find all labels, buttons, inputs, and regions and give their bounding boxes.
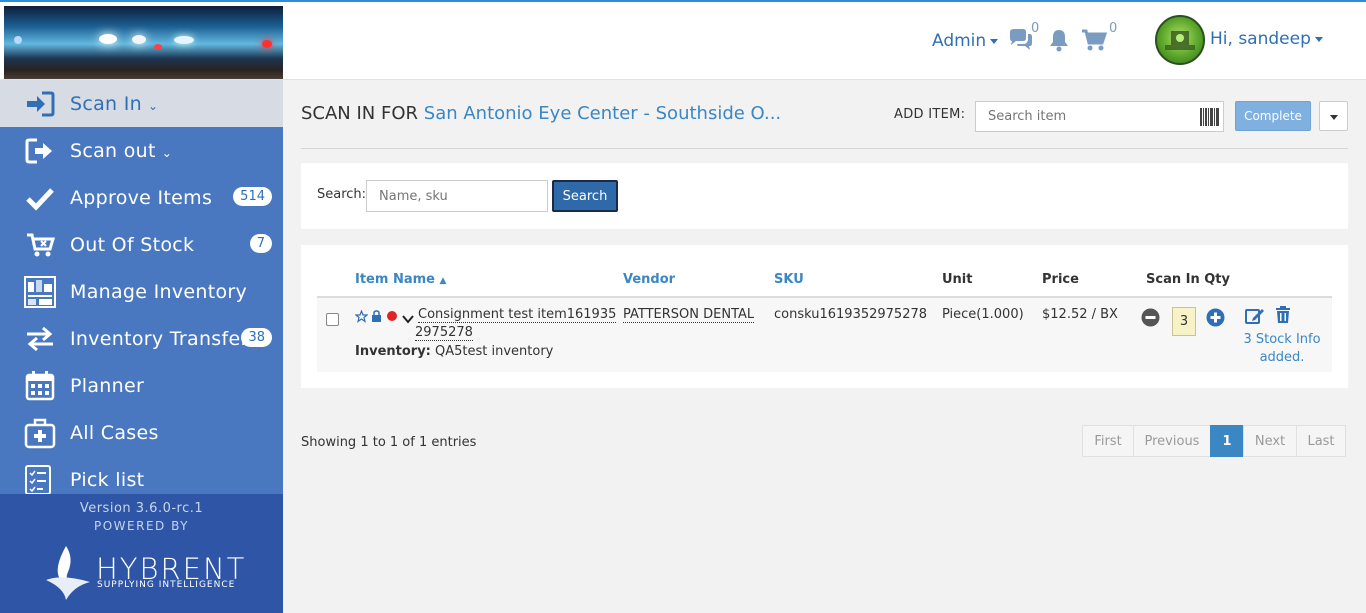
sidebar: Scan In ⌄ Scan out ⌄ Approve Items 514 Out… bbox=[0, 80, 283, 613]
lock-icon bbox=[371, 308, 382, 327]
edit-icon[interactable] bbox=[1245, 307, 1265, 329]
sidebar-item-all-cases[interactable]: All Cases bbox=[0, 409, 283, 456]
inventory-transfer-count-badge: 38 bbox=[241, 328, 272, 347]
sidebar-item-inventory-transfer[interactable]: Inventory Transfer 38 bbox=[0, 315, 283, 362]
messages-count: 0 bbox=[1031, 21, 1040, 36]
pagination-last[interactable]: Last bbox=[1296, 425, 1346, 457]
out-of-stock-count-badge: 7 bbox=[249, 234, 272, 253]
admin-menu[interactable]: Admin bbox=[932, 31, 999, 51]
inventory-icon bbox=[24, 276, 56, 308]
sort-asc-icon: ▲ bbox=[439, 276, 447, 286]
cart-icon[interactable] bbox=[1081, 28, 1108, 56]
admin-label: Admin bbox=[932, 31, 987, 51]
chevron-down-icon bbox=[990, 38, 999, 44]
chevron-down-icon[interactable] bbox=[402, 309, 414, 328]
vendor-cell: PATTERSON DENTAL bbox=[623, 307, 755, 323]
brand-tagline: SUPPLYING INTELLIGENCE bbox=[97, 580, 236, 590]
app-version: Version 3.6.0-rc.1 bbox=[79, 501, 204, 516]
price-cell: $12.52 / BX bbox=[1042, 307, 1118, 322]
inventory-value: QA5test inventory bbox=[435, 344, 554, 359]
search-input[interactable] bbox=[366, 180, 548, 212]
sidebar-item-label: Scan out bbox=[70, 140, 156, 162]
header-banner-image bbox=[4, 6, 283, 79]
sidebar-item-label: Approve Items bbox=[70, 187, 213, 209]
item-name-link-cont[interactable]: 2975278 bbox=[415, 325, 473, 341]
sidebar-item-planner[interactable]: Planner bbox=[0, 362, 283, 409]
column-header-unit: Unit bbox=[942, 272, 973, 287]
chevron-down-icon: ⌄ bbox=[161, 146, 173, 160]
cart-remove-icon bbox=[24, 231, 56, 259]
status-dot-icon bbox=[387, 311, 397, 321]
search-label: Search: bbox=[317, 187, 367, 202]
sidebar-item-label: Manage Inventory bbox=[70, 281, 248, 303]
checkmark-icon bbox=[24, 184, 56, 212]
search-button[interactable]: Search bbox=[552, 180, 618, 212]
top-bar: Admin 0 0 Hi, sandeep bbox=[0, 0, 1366, 80]
medical-case-icon bbox=[24, 418, 56, 449]
trash-icon[interactable] bbox=[1275, 306, 1291, 328]
pagination-next[interactable]: Next bbox=[1243, 425, 1297, 457]
chevron-down-icon: ⌄ bbox=[147, 99, 159, 113]
unit-cell: Piece(1.000) bbox=[942, 307, 1024, 322]
scan-in-qty-input[interactable]: 3 bbox=[1172, 307, 1196, 336]
sidebar-item-label: Inventory Transfer bbox=[70, 328, 249, 350]
pagination-first[interactable]: First bbox=[1082, 425, 1134, 457]
bell-icon[interactable] bbox=[1048, 28, 1070, 56]
chevron-down-icon bbox=[1314, 36, 1323, 42]
add-item-label: ADD ITEM: bbox=[894, 107, 966, 122]
column-header-item-name[interactable]: Item Name ▲ bbox=[355, 272, 446, 287]
calendar-icon bbox=[24, 371, 56, 401]
sidebar-item-label: Planner bbox=[70, 375, 145, 397]
sidebar-item-manage-inventory[interactable]: Manage Inventory bbox=[0, 268, 283, 315]
user-menu[interactable]: Hi, sandeep bbox=[1210, 29, 1323, 49]
avatar[interactable] bbox=[1155, 15, 1205, 65]
sign-in-icon bbox=[24, 90, 56, 118]
hybrent-logo-icon bbox=[44, 544, 94, 608]
complete-button[interactable]: Complete bbox=[1235, 101, 1311, 131]
cart-count: 0 bbox=[1109, 21, 1118, 36]
sidebar-item-out-of-stock[interactable]: Out Of Stock 7 bbox=[0, 221, 283, 268]
sidebar-footer: Version 3.6.0-rc.1 POWERED BY HYBRENT SU… bbox=[0, 494, 283, 613]
sidebar-item-label: Out Of Stock bbox=[70, 234, 195, 256]
sidebar-item-scan-out[interactable]: Scan out ⌄ bbox=[0, 127, 283, 174]
transfer-arrows-icon bbox=[24, 325, 56, 353]
location-link[interactable]: San Antonio Eye Center - Southside O... bbox=[424, 103, 781, 124]
barcode-icon[interactable] bbox=[1200, 108, 1219, 126]
pagination-previous[interactable]: Previous bbox=[1133, 425, 1211, 457]
sku-cell: consku1619352975278 bbox=[774, 307, 928, 322]
column-header-price: Price bbox=[1042, 272, 1079, 287]
column-header-vendor[interactable]: Vendor bbox=[623, 272, 675, 287]
checklist-icon bbox=[24, 465, 56, 495]
more-actions-dropdown-button[interactable] bbox=[1319, 101, 1348, 131]
inventory-label: Inventory: bbox=[355, 344, 431, 359]
entries-info: Showing 1 to 1 of 1 entries bbox=[301, 435, 477, 450]
sign-out-icon bbox=[24, 137, 56, 165]
sidebar-item-label: Scan In bbox=[70, 93, 142, 115]
sidebar-item-approve-items[interactable]: Approve Items 514 bbox=[0, 174, 283, 221]
pagination: First Previous 1 Next Last bbox=[1082, 425, 1346, 457]
search-panel: Search: Search bbox=[301, 163, 1348, 229]
star-icon[interactable] bbox=[354, 308, 369, 327]
minus-circle-icon[interactable] bbox=[1141, 308, 1160, 331]
column-header-scan-in-qty: Scan In Qty bbox=[1146, 272, 1230, 287]
row-checkbox[interactable] bbox=[326, 313, 339, 326]
sidebar-item-label: All Cases bbox=[70, 422, 159, 444]
items-table: Item Name ▲ Vendor SKU Unit Price Scan I… bbox=[301, 245, 1348, 388]
table-row: Consignment test item161935 2975278 Inve… bbox=[317, 298, 1332, 372]
item-name-link[interactable]: Consignment test item161935 bbox=[418, 307, 617, 323]
stock-info-link[interactable]: 3 Stock Info added. bbox=[1242, 331, 1322, 367]
approve-items-count-badge: 514 bbox=[233, 187, 272, 206]
column-header-sku[interactable]: SKU bbox=[774, 272, 804, 287]
sidebar-item-label: Pick list bbox=[70, 469, 145, 491]
greeting-label: Hi, sandeep bbox=[1210, 29, 1311, 49]
divider bbox=[301, 148, 1348, 149]
page-title: SCAN IN FOR San Antonio Eye Center - Sou… bbox=[301, 103, 781, 124]
plus-circle-icon[interactable] bbox=[1206, 308, 1225, 331]
powered-by-label: POWERED BY bbox=[93, 519, 189, 533]
pagination-page-1[interactable]: 1 bbox=[1210, 425, 1244, 457]
sidebar-item-scan-in[interactable]: Scan In ⌄ bbox=[0, 80, 283, 127]
page-title-prefix: SCAN IN FOR bbox=[301, 103, 419, 124]
add-item-search-input[interactable] bbox=[975, 101, 1224, 132]
